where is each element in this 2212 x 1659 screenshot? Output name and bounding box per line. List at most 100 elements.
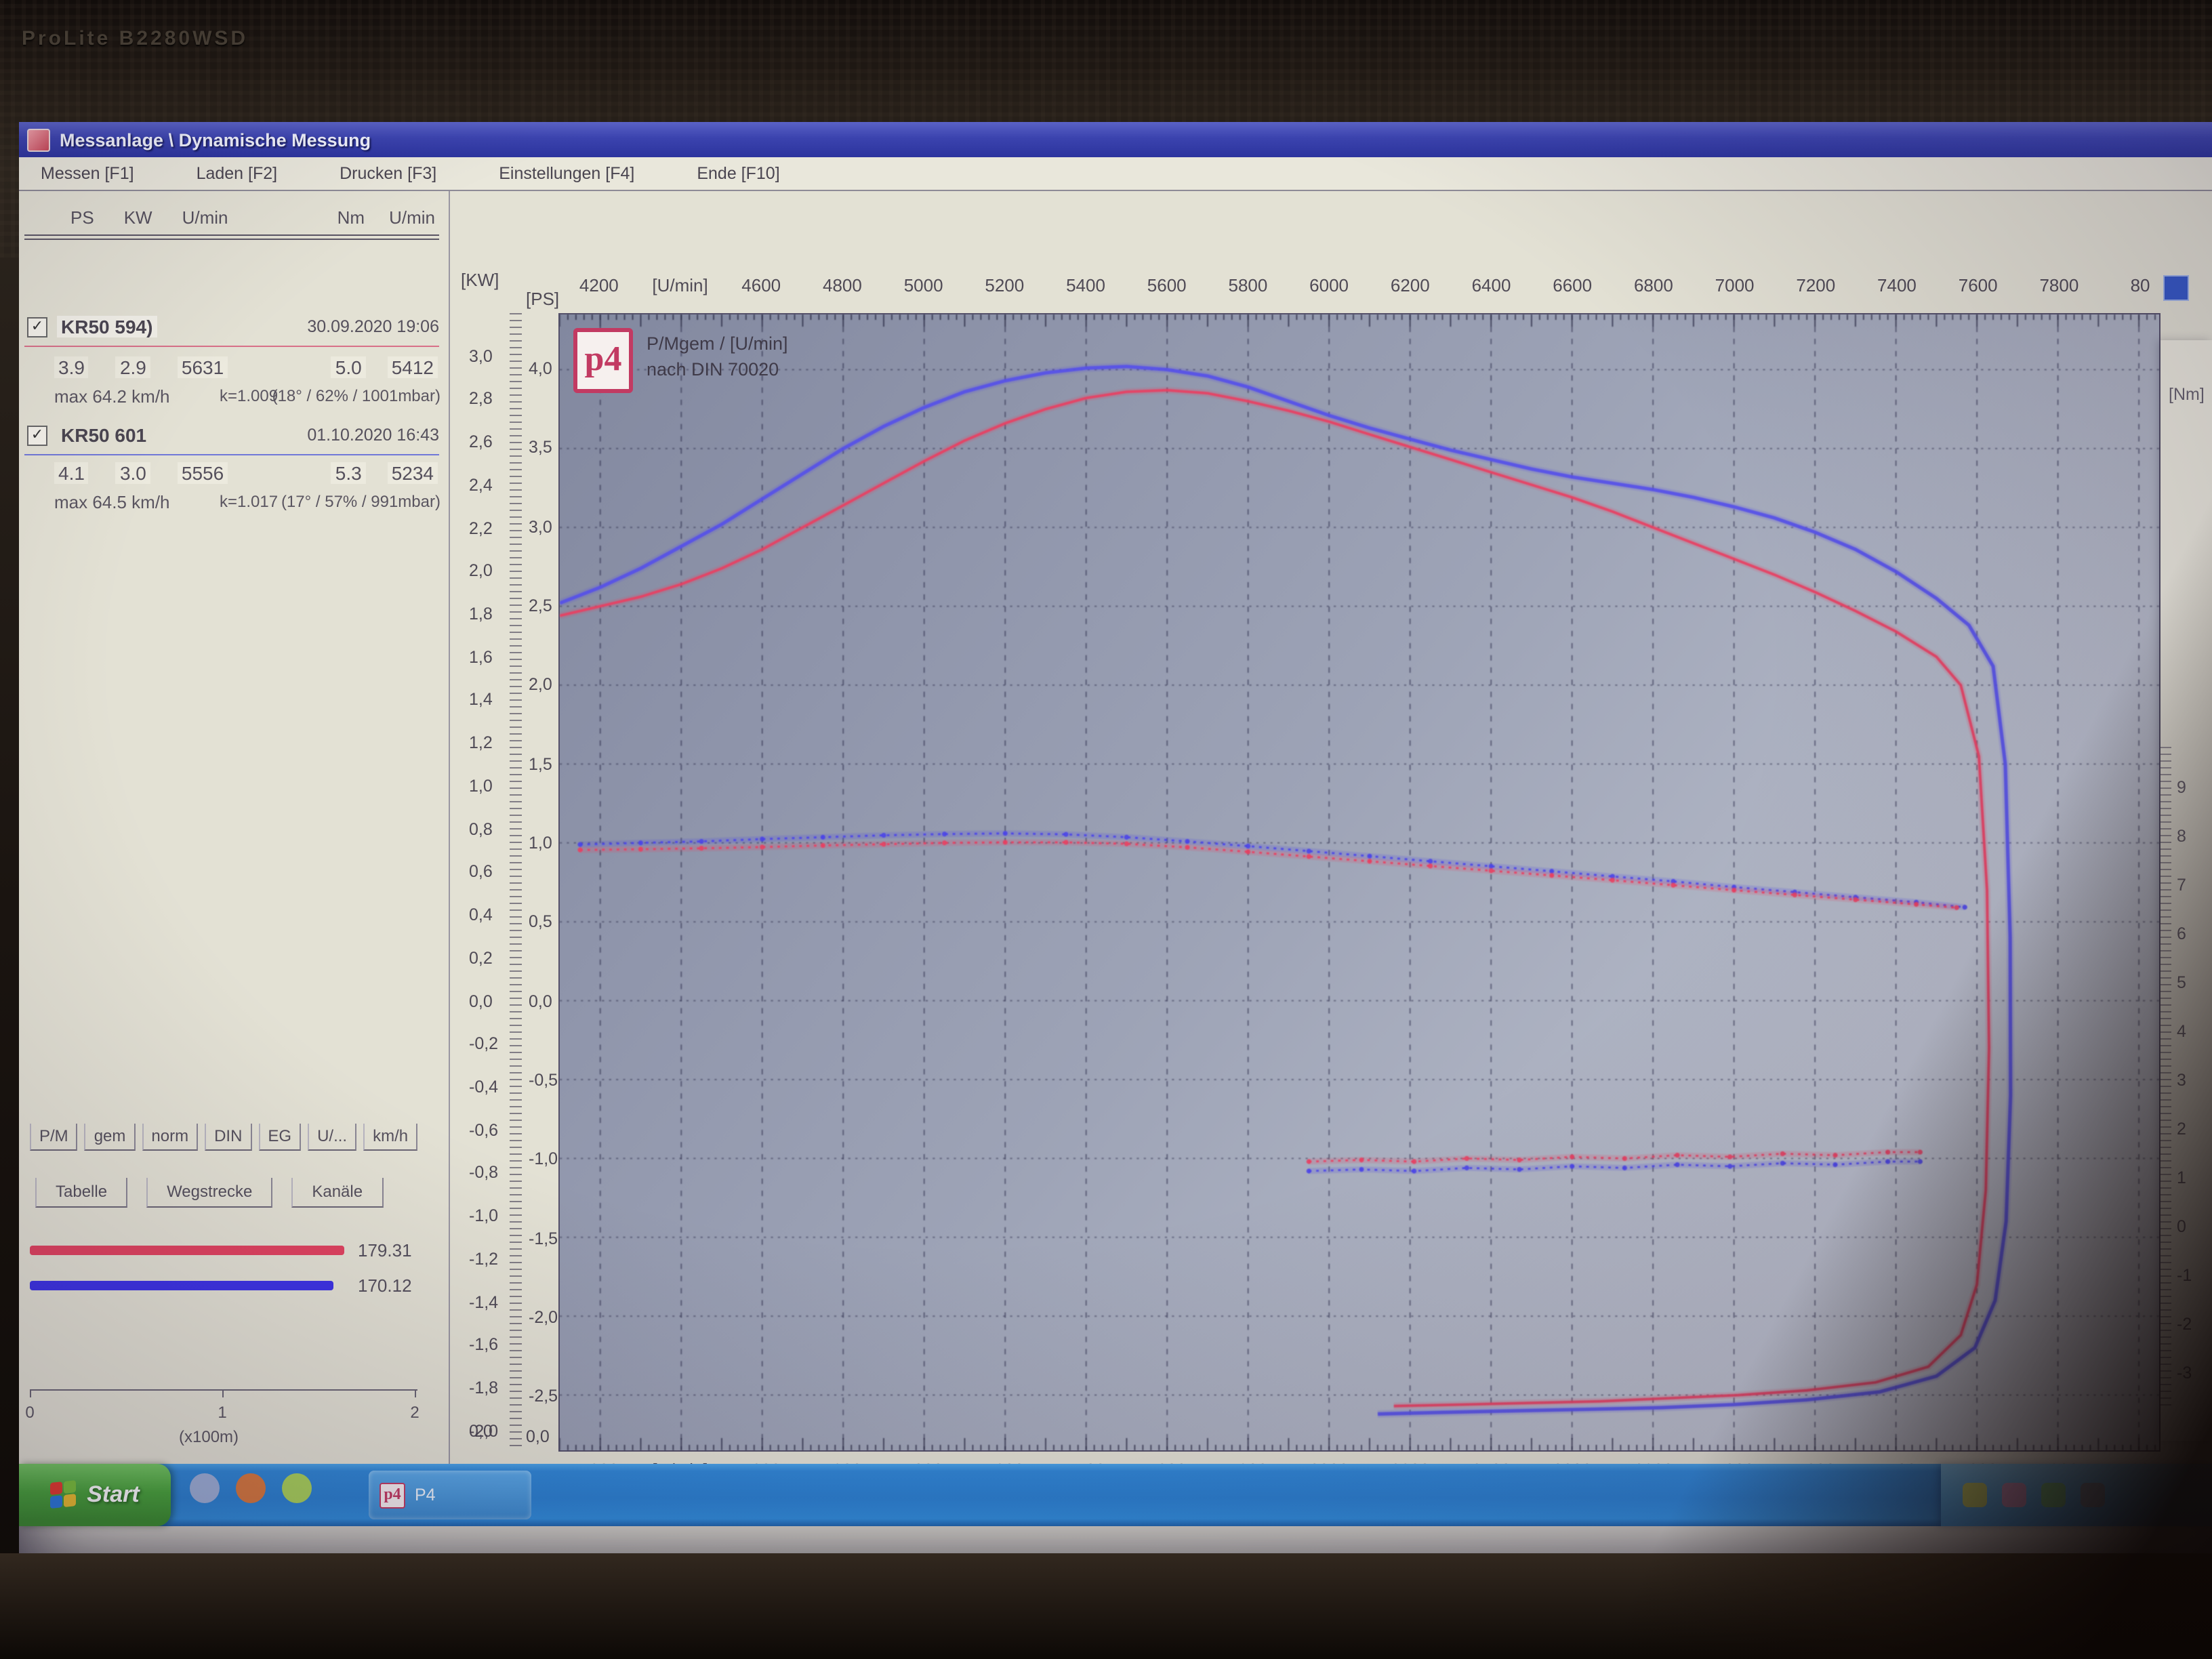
- kw-axis-label: 1,8: [469, 605, 493, 623]
- nm-axis-label: 8: [2177, 827, 2186, 846]
- unit-button[interactable]: U/...: [308, 1124, 356, 1151]
- chart-area: [KW] [PS] 4200[U/min]4600480050005200540…: [450, 191, 2212, 1464]
- baseline-kw: 0,0: [469, 1422, 493, 1441]
- legend-color-bar: [30, 1246, 344, 1255]
- menu-item[interactable]: Ende [F10]: [697, 164, 779, 183]
- unit-button[interactable]: gem: [85, 1124, 136, 1151]
- right-axis-strip: [Nm]9876543210-1-2-3: [2160, 340, 2212, 1441]
- ps-axis-label: 2,0: [529, 675, 552, 694]
- nm-axis-label: 4: [2177, 1022, 2186, 1041]
- menu-item[interactable]: Einstellungen [F4]: [499, 164, 634, 183]
- distance-axis-unit: (x100m): [179, 1427, 239, 1446]
- kw-axis-label: 2,2: [469, 518, 493, 537]
- runs-panel: PS KW U/min Nm U/min ✓ KR50 594) 30.09.2…: [19, 191, 450, 1464]
- ps-axis-label: 1,0: [529, 834, 552, 853]
- run-checkbox[interactable]: ✓: [27, 316, 47, 337]
- run-nm-umin: 5412: [388, 356, 438, 378]
- ps-axis-label: 0,0: [529, 991, 552, 1010]
- tray-icon[interactable]: [2041, 1483, 2066, 1507]
- tray-icon[interactable]: [2081, 1483, 2105, 1507]
- kw-axis-label: 0,0: [469, 991, 493, 1010]
- run-umin: 5631: [178, 356, 228, 378]
- run-k-factor: k=1.009: [220, 386, 278, 405]
- quick-launch-icon[interactable]: [282, 1473, 312, 1503]
- run-checkbox[interactable]: ✓: [27, 425, 47, 445]
- kw-axis-label: -1,6: [469, 1336, 498, 1355]
- header-rule: [24, 234, 439, 240]
- ps-axis-label: 1,5: [529, 754, 552, 773]
- unit-button[interactable]: km/h: [363, 1124, 417, 1151]
- top-axis-label: 5600: [1147, 275, 1187, 295]
- run-nm-umin: 5234: [388, 462, 438, 484]
- run-nm: 5.3: [331, 462, 366, 484]
- menu-item[interactable]: Messen [F1]: [41, 164, 134, 183]
- kw-axis-label: 0,2: [469, 949, 493, 968]
- top-axis-label: 7400: [1877, 275, 1917, 295]
- taskbar: Start p4 P4: [19, 1464, 2212, 1526]
- top-axis-label: 6000: [1309, 275, 1349, 295]
- nm-axis-label: -1: [2177, 1266, 2192, 1285]
- top-axis-label: 7200: [1796, 275, 1835, 295]
- col-kw: KW: [124, 207, 152, 228]
- app-icon: [27, 128, 50, 151]
- run-k-factor: k=1.017: [220, 492, 278, 511]
- tray-icon[interactable]: [1963, 1483, 1987, 1507]
- kw-axis-label: -1,2: [469, 1250, 498, 1269]
- run-rule: [24, 346, 439, 347]
- monitor-screen: Messanlage \ Dynamische Messung Messen […: [19, 122, 2212, 1553]
- top-axis-label: 4800: [823, 275, 862, 295]
- kw-axis-label: -1,4: [469, 1292, 498, 1311]
- photo-of-monitor: ProLite B2280WSD Messanlage \ Dynamische…: [0, 0, 2212, 1659]
- nm-axis-label: -3: [2177, 1364, 2192, 1382]
- view-button[interactable]: Wegstrecke: [146, 1178, 272, 1208]
- unit-button[interactable]: DIN: [205, 1124, 251, 1151]
- distance-axis-label: 1: [218, 1403, 226, 1422]
- unit-button[interactable]: norm: [142, 1124, 198, 1151]
- run-row: ✓ KR50 601 01.10.2020 16:43: [27, 424, 439, 446]
- unit-button[interactable]: EG: [258, 1124, 301, 1151]
- top-axis-label: 5400: [1066, 275, 1105, 295]
- view-button[interactable]: Kanäle: [291, 1178, 383, 1208]
- col-umin: U/min: [182, 207, 228, 228]
- nm-axis-label: 1: [2177, 1168, 2186, 1187]
- ps-axis-label: 0,5: [529, 912, 552, 931]
- distance-axis-tick: [415, 1389, 416, 1397]
- right-axis-unit: [Nm]: [2169, 385, 2205, 404]
- top-axis-label: 6200: [1391, 275, 1430, 295]
- nm-axis-label: 0: [2177, 1217, 2186, 1236]
- kw-axis-label: 3,0: [469, 346, 493, 365]
- legend-value: 170.12: [358, 1275, 412, 1296]
- run-rule: [24, 454, 439, 455]
- windows-logo-icon: [50, 1480, 77, 1510]
- menu-item[interactable]: Laden [F2]: [197, 164, 278, 183]
- p4-task-icon: p4: [380, 1482, 405, 1508]
- menu-item[interactable]: Drucken [F3]: [340, 164, 436, 183]
- legend-color-bar: [30, 1281, 333, 1290]
- unit-button[interactable]: P/M: [30, 1124, 78, 1151]
- run-datetime: 01.10.2020 16:43: [307, 426, 439, 445]
- view-button[interactable]: Tabelle: [35, 1178, 127, 1208]
- distance-axis-tick: [222, 1389, 224, 1397]
- start-button[interactable]: Start: [19, 1464, 171, 1526]
- run-kw: 3.0: [116, 462, 150, 484]
- nm-axis-label: 9: [2177, 778, 2186, 797]
- kw-axis-label: 2,8: [469, 390, 493, 409]
- ps-axis-label: -2,5: [529, 1387, 558, 1406]
- run-ps: 4.1: [54, 462, 89, 484]
- run-name[interactable]: KR50 594): [57, 316, 157, 337]
- kw-axis-label: 2,0: [469, 562, 493, 581]
- top-axis-label: 5800: [1228, 275, 1267, 295]
- tray-icon[interactable]: [2002, 1483, 2026, 1507]
- run-max-speed: max 64.5 km/h: [54, 492, 170, 512]
- quick-launch-icon[interactable]: [236, 1473, 266, 1503]
- kw-axis-label: -0,2: [469, 1034, 498, 1053]
- menu-bar: Messen [F1] Laden [F2] Drucken [F3] Einstel…: [19, 157, 2212, 191]
- kw-axis-label: -1,8: [469, 1378, 498, 1397]
- scroll-button[interactable]: [2163, 275, 2189, 301]
- kw-axis-label: 2,4: [469, 476, 493, 495]
- run-name[interactable]: KR50 601: [57, 424, 150, 446]
- quick-launch-icon[interactable]: [190, 1473, 220, 1503]
- top-axis-label: 4600: [741, 275, 781, 295]
- task-button-p4[interactable]: p4 P4: [369, 1471, 531, 1519]
- kw-axis-label: 1,0: [469, 777, 493, 796]
